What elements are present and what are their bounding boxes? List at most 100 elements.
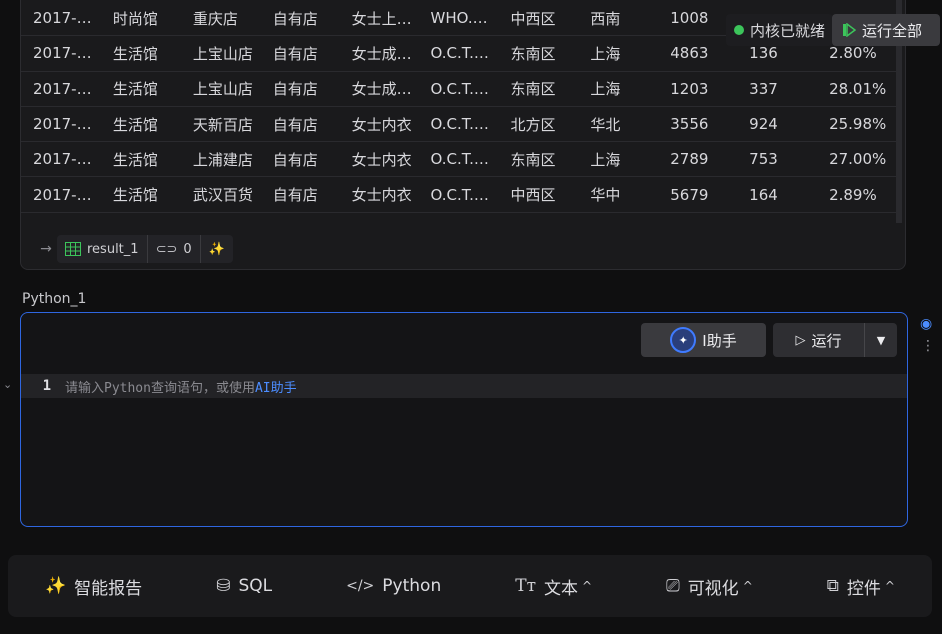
table-cell: 2017-… xyxy=(33,185,92,204)
table-row[interactable]: 2017-… 生活馆 天新百店 自有店 女士内衣 O.C.T.… 北方区 华北 3556 924 2… xyxy=(21,107,897,143)
ai-assistant-link[interactable]: AI助手 xyxy=(255,381,297,396)
kernel-status-label: 内核已就绪 xyxy=(750,21,826,40)
table-cell: 136 xyxy=(749,44,778,63)
ai-assistant-button[interactable]: ✦ I助手 xyxy=(641,323,766,357)
editor-placeholder: 请输入Python查询语句，或使用AI助手 xyxy=(65,377,297,396)
table-cell: 2.89% xyxy=(829,185,877,204)
table-cell: 生活馆 xyxy=(112,115,158,134)
chevron-up-icon: ^ xyxy=(884,579,895,593)
table-cell: 生活馆 xyxy=(112,80,158,99)
result-name: result_1 xyxy=(87,241,139,257)
chevron-up-icon: ^ xyxy=(742,579,753,593)
table-cell: 2.80% xyxy=(829,44,877,63)
table-cell: 2017-… xyxy=(33,115,92,134)
table-cell: 上海 xyxy=(590,80,621,99)
text-icon: Tт xyxy=(515,576,536,596)
chevron-down-icon[interactable]: ⌄ xyxy=(3,378,12,391)
table-cell: 自有店 xyxy=(272,9,318,28)
table-cell: 女士内衣 xyxy=(351,150,412,169)
table-cell: 1203 xyxy=(670,79,709,98)
kernel-status: 内核已就绪 xyxy=(726,14,834,46)
table-cell: 华中 xyxy=(590,186,621,205)
table-cell: 东南区 xyxy=(510,44,556,63)
kernel-ready-dot xyxy=(734,25,744,35)
text-label: 文本 xyxy=(544,578,578,599)
table-cell: 3556 xyxy=(670,115,709,134)
viz-label: 可视化 xyxy=(687,578,739,599)
table-cell: 东南区 xyxy=(510,80,556,99)
bottom-toolbar: ✨ 智能报告 ⛁ SQL </> Python Tт 文本 ^ ⎚ 可视化 ^ … xyxy=(8,555,932,617)
eye-icon[interactable]: ◉ xyxy=(920,316,932,332)
table-cell: 华北 xyxy=(590,115,621,134)
table-row[interactable]: 2017-… 生活馆 上浦建店 自有店 女士内衣 O.C.T.… 东南区 上海 2789 753 2… xyxy=(21,142,897,178)
chart-icon: ⎚ xyxy=(666,576,680,596)
magic-wand-icon: ✨ xyxy=(45,576,67,596)
chevron-up-icon: ^ xyxy=(582,579,593,593)
add-visualization-button[interactable]: ⎚ 可视化 ^ xyxy=(666,574,753,599)
play-outline-icon: ▷ xyxy=(795,332,806,348)
result-bar: → result_1 ⊂⊃ 0 ✨ xyxy=(35,235,233,263)
python-label: Python xyxy=(382,576,442,596)
table-cell: WHO.… xyxy=(430,9,488,28)
table-cell: 北方区 xyxy=(510,115,556,134)
table-cell: 女士成… xyxy=(351,80,412,99)
table-cell: 自有店 xyxy=(272,150,318,169)
database-icon: ⛁ xyxy=(216,576,231,596)
table-row[interactable]: 2017-… 生活馆 上宝山店 自有店 女士成… O.C.T.… 东南区 上海 1203 337 2… xyxy=(21,72,897,107)
table-cell: O.C.T.… xyxy=(430,79,489,98)
table-cell: 重庆店 xyxy=(192,9,238,28)
table-cell: 自有店 xyxy=(272,186,318,205)
link-count: 0 xyxy=(183,241,192,257)
table-cell: O.C.T.… xyxy=(430,150,489,169)
table-cell: 中西区 xyxy=(510,186,556,205)
table-cell: 25.98% xyxy=(829,115,887,134)
table-row[interactable]: 2017-… 生活馆 武汉百货 自有店 女士内衣 O.C.T.… 中西区 华中 5679 164 2… xyxy=(21,177,897,213)
add-sql-button[interactable]: ⛁ SQL xyxy=(216,576,272,596)
table-cell: 自有店 xyxy=(272,115,318,134)
table-cell: 2017-… xyxy=(33,150,92,169)
table-cell: 自有店 xyxy=(272,80,318,99)
run-button-group: ▷ 运行 ▼ xyxy=(773,323,897,357)
table-cell: 中西区 xyxy=(510,9,556,28)
add-report-button[interactable]: ✨ 智能报告 xyxy=(45,574,142,599)
link-chip[interactable]: ⊂⊃ 0 xyxy=(147,235,201,263)
table-cell: 武汉百货 xyxy=(192,186,253,205)
python-code-cell[interactable]: ✦ I助手 ▷ 运行 ▼ 1 请输入Python查询语句，或使用AI助手 xyxy=(20,312,908,527)
result-chip[interactable]: result_1 xyxy=(57,235,148,263)
editor-line[interactable]: 1 请输入Python查询语句，或使用AI助手 xyxy=(21,374,907,398)
table-cell: O.C.T.… xyxy=(430,185,489,204)
run-label: 运行 xyxy=(811,331,842,350)
add-text-button[interactable]: Tт 文本 ^ xyxy=(515,574,592,599)
table-cell: 上宝山店 xyxy=(192,44,253,63)
table-cell: 上浦建店 xyxy=(192,150,253,169)
sql-label: SQL xyxy=(238,576,273,596)
table-cell: 164 xyxy=(749,185,778,204)
more-icon[interactable]: ⋮ xyxy=(921,338,936,354)
table-cell: 生活馆 xyxy=(112,44,158,63)
widget-icon: ⧉ xyxy=(826,576,839,596)
run-all-button[interactable]: 运行全部 xyxy=(832,14,940,46)
add-python-button[interactable]: </> Python xyxy=(346,576,441,596)
line-number: 1 xyxy=(42,378,51,394)
table-cell: 2017-… xyxy=(33,79,92,98)
ai-assistant-label: I助手 xyxy=(702,331,737,350)
table-icon xyxy=(65,242,81,256)
table-cell: 时尚馆 xyxy=(112,9,158,28)
table-cell: 生活馆 xyxy=(112,186,158,205)
run-button[interactable]: ▷ 运行 xyxy=(773,323,865,357)
magic-wand-icon: ✨ xyxy=(208,241,225,257)
table-cell: 生活馆 xyxy=(112,150,158,169)
placeholder-text: 请输入Python查询语句，或使用 xyxy=(65,380,255,396)
table-cell: 东南区 xyxy=(510,150,556,169)
play-icon xyxy=(843,23,856,37)
add-widget-button[interactable]: ⧉ 控件 ^ xyxy=(827,574,895,599)
run-options-dropdown[interactable]: ▼ xyxy=(865,334,897,347)
table-cell: 女士成… xyxy=(351,44,412,63)
table-cell: 2017-… xyxy=(33,44,92,63)
report-label: 智能报告 xyxy=(74,578,143,599)
code-icon: </> xyxy=(346,578,375,594)
magic-chip[interactable]: ✨ xyxy=(200,235,233,263)
ai-sparkle-icon: ✦ xyxy=(670,327,697,353)
python-cell-title: Python_1 xyxy=(22,291,87,307)
table-cell: 5679 xyxy=(670,185,709,204)
